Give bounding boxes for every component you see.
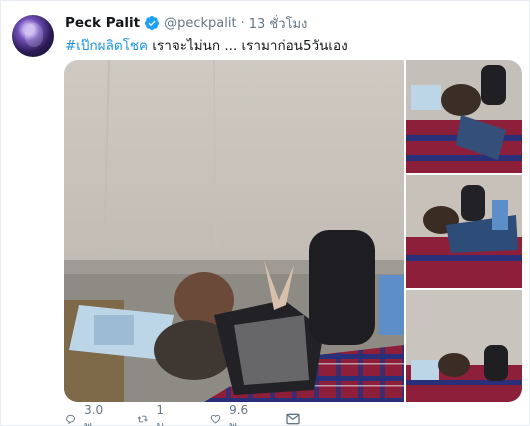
photo-main[interactable] [64, 60, 404, 402]
direct-message-button[interactable] [285, 411, 301, 426]
like-count: 9.6 พ. [229, 402, 249, 426]
retweet-count: 1 ม. [156, 402, 169, 426]
reply-icon [66, 414, 75, 425]
photo-thumbnail-1[interactable] [406, 60, 522, 173]
tweet-text: #เป๊กผลิตโชค เราจะไม่นก ... เรามาก่อน5วั… [65, 34, 348, 56]
tweet-timestamp[interactable]: 13 ชั่วโมง [249, 13, 308, 34]
reply-button[interactable]: 3.0 พ. [65, 403, 108, 426]
author-handle[interactable]: @peckpalit [164, 16, 236, 31]
retweet-button[interactable]: 1 ม. [137, 403, 173, 426]
like-button[interactable]: 9.6 พ. [210, 403, 253, 426]
avatar[interactable] [12, 15, 54, 57]
retweet-icon [137, 415, 148, 423]
hashtag-link[interactable]: #เป๊กผลิตโชค [65, 38, 148, 54]
tweet-card[interactable]: Peck Palit @peckpalit · 13 ชั่วโมง #เป๊ก… [0, 0, 530, 426]
separator-dot: · [240, 15, 245, 31]
author-name[interactable]: Peck Palit [65, 15, 140, 31]
tweet-body: เราจะไม่นก ... เรามาก่อน5วันเอง [148, 38, 348, 54]
heart-icon [210, 414, 221, 424]
verified-badge-icon [144, 15, 160, 31]
photo-thumbnail-3[interactable] [406, 290, 522, 402]
tweet-header: Peck Palit @peckpalit · 13 ชั่วโมง [65, 13, 307, 33]
media-grid [64, 60, 522, 402]
direct-message-icon [286, 413, 300, 425]
photo-thumbnail-2[interactable] [406, 175, 522, 288]
reply-count: 3.0 พ. [84, 402, 104, 426]
